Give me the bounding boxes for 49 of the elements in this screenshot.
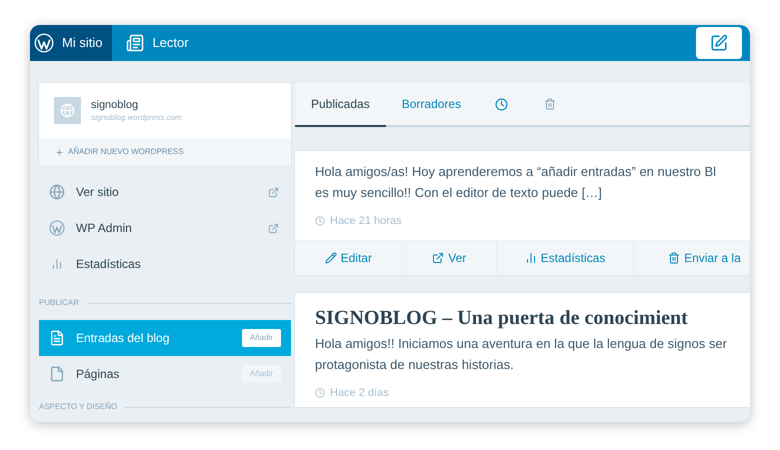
newspaper-icon	[126, 34, 144, 52]
sidebar-item[interactable]: Páginas Añadir	[39, 356, 291, 392]
top-bar-tab[interactable]: Mi sitio	[30, 25, 112, 61]
clock-icon	[495, 98, 508, 110]
bar-chart-icon	[524, 252, 537, 264]
post-action[interactable]: Enviar a la	[634, 240, 750, 274]
pencil-icon	[324, 252, 337, 264]
post-action[interactable]: Ver	[402, 240, 497, 274]
section-heading: ASPECTO Y DISEÑO	[39, 402, 118, 412]
new-post-icon	[710, 34, 728, 52]
post-excerpt: protagonista de nuestras historias.	[315, 356, 515, 374]
post-excerpt: Hola amigos!! Iniciamos una aventura en la que la lengua de signos ser	[315, 334, 728, 353]
wordpress-logo-icon	[34, 33, 54, 53]
globe-icon	[49, 184, 65, 200]
sidebar-item[interactable]: Estadísticas	[39, 246, 291, 282]
plus-icon	[55, 148, 64, 156]
write-button[interactable]	[696, 27, 742, 59]
site-url: signoblog.wordpress.com	[91, 112, 182, 123]
site-name: signoblog	[91, 98, 140, 112]
post-status-tab[interactable]: Publicadas	[295, 83, 386, 127]
trash-icon	[668, 252, 680, 264]
clock-icon	[315, 388, 325, 398]
document-icon	[49, 330, 65, 346]
post-excerpt: es muy sencillo!! Con el editor de texto puede […]	[315, 184, 603, 202]
add-site-link[interactable]: AÑADIR NUEVO WORDPRESS	[39, 138, 291, 166]
external-link-icon	[268, 222, 279, 234]
sidebar-item-label: Páginas	[76, 366, 120, 383]
post-excerpt: Hola amigos/as! Hoy aprenderemos a “añadir entradas” en nuestro Bl	[315, 163, 718, 181]
page-icon	[49, 366, 65, 382]
external-link-icon	[432, 252, 444, 264]
post-title[interactable]: SIGNOBLOG – Una puerta de conocimient	[315, 304, 730, 330]
post-time: Hace 21 horas	[330, 214, 402, 229]
wordpress-logo-icon	[49, 220, 65, 236]
post-action[interactable]: Editar	[295, 240, 403, 274]
clock-icon	[315, 216, 325, 226]
add-button[interactable]: Añadir	[242, 329, 281, 347]
sidebar-item-label: Entradas del blog	[76, 330, 170, 347]
sidebar-item[interactable]: WP Admin	[39, 210, 291, 246]
sidebar-item[interactable]: Entradas del blog Añadir	[39, 320, 291, 356]
external-link-icon	[268, 186, 279, 198]
globe-icon	[60, 103, 75, 118]
sidebar-item[interactable]: Ver sitio	[39, 174, 291, 210]
post-status-tab[interactable]: Borradores	[386, 83, 478, 127]
post-time: Hace 2 días	[330, 386, 389, 400]
post-action[interactable]: Estadísticas	[496, 240, 634, 274]
top-bar-tab[interactable]: Lector	[112, 25, 197, 61]
section-heading: PUBLICAR	[39, 298, 80, 308]
bar-chart-icon	[51, 258, 63, 270]
trash-icon	[544, 98, 556, 110]
